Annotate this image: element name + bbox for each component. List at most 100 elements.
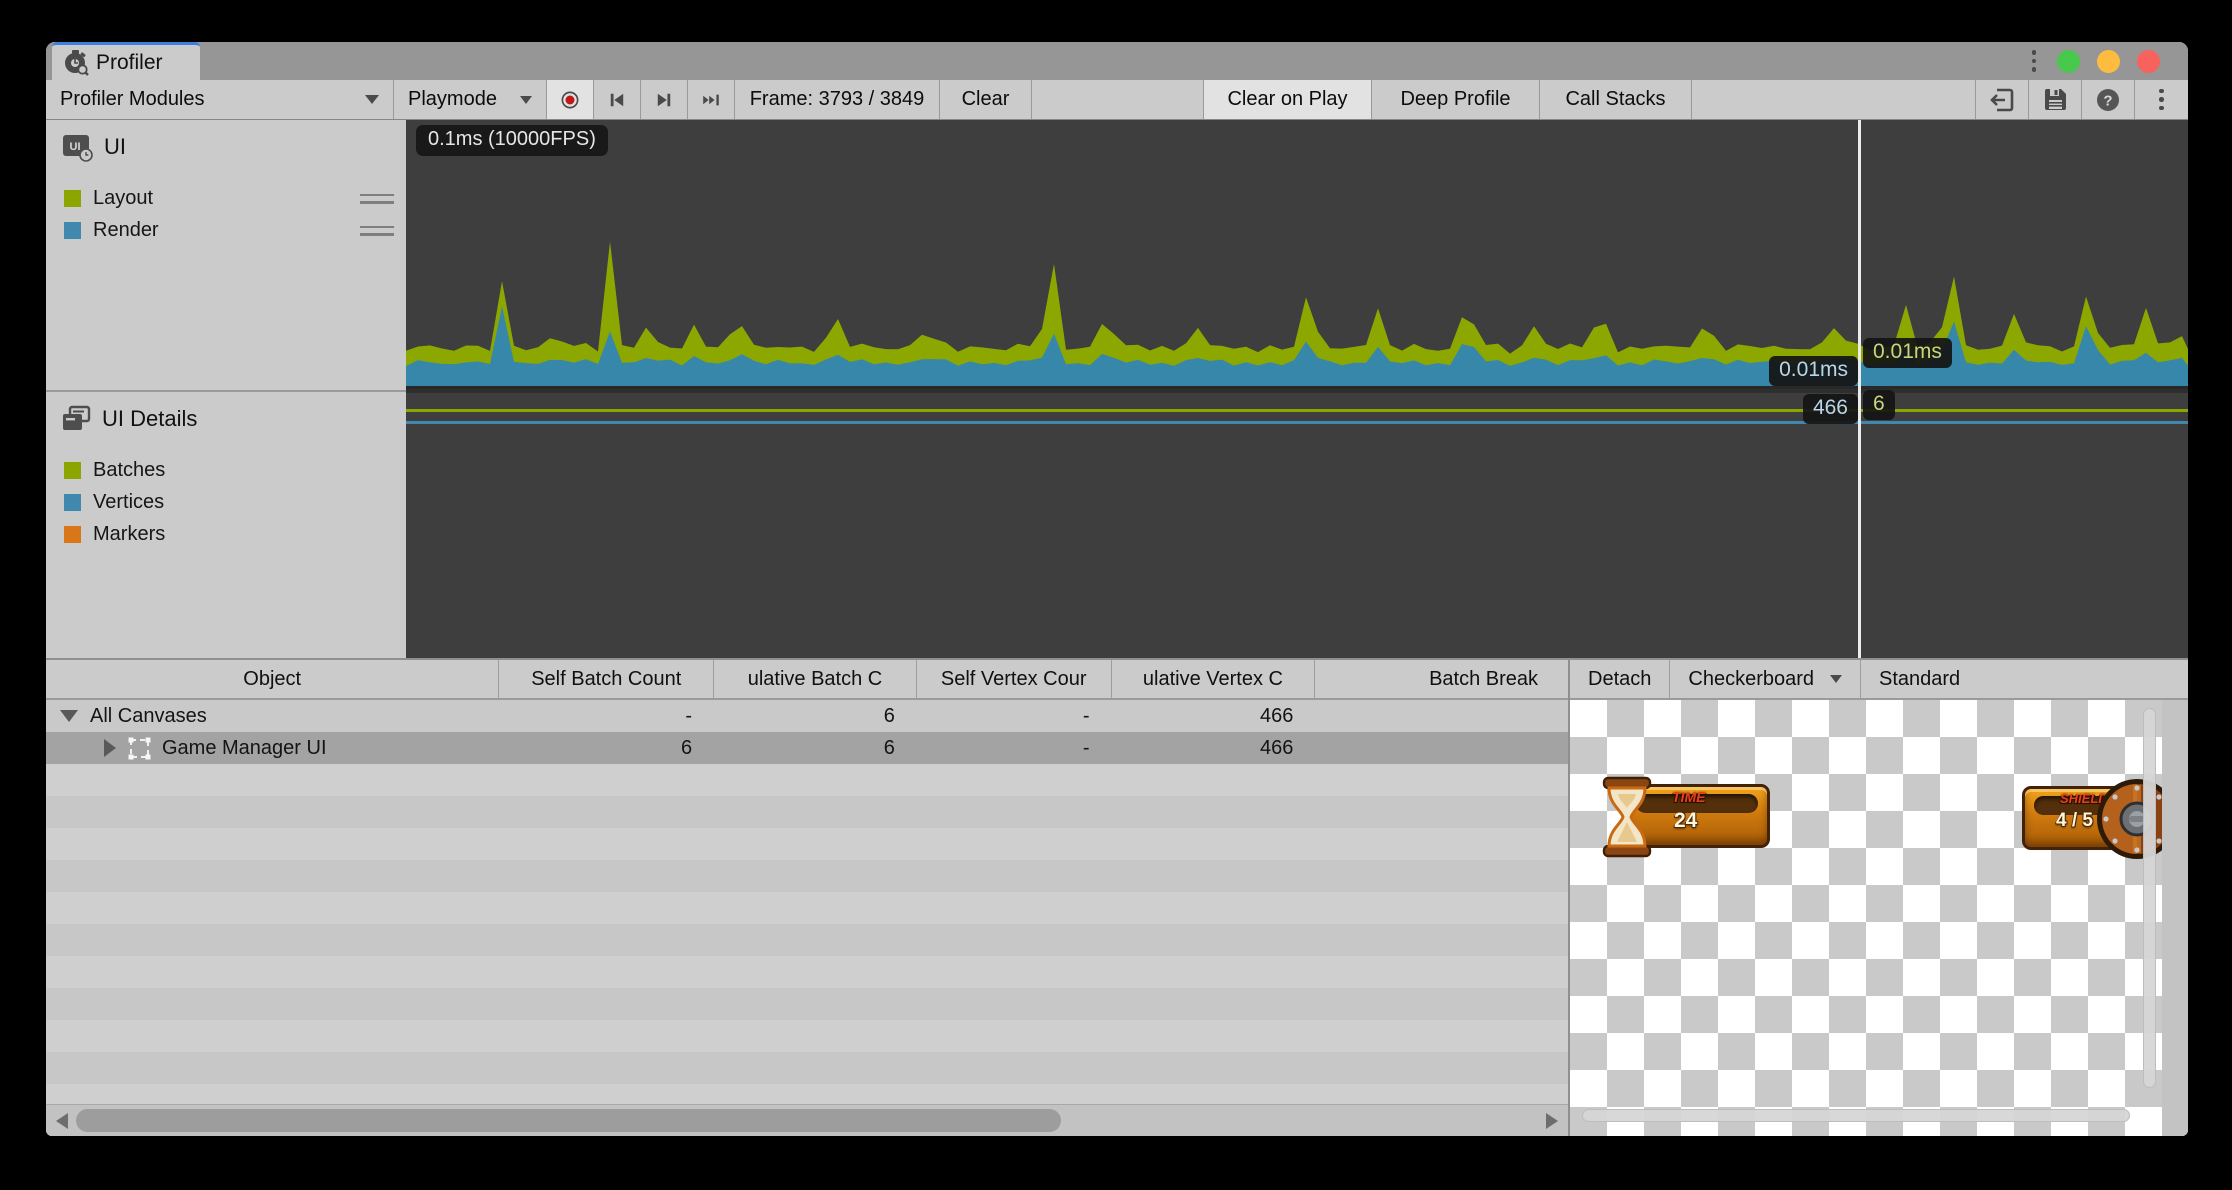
tab-profiler[interactable]: Profiler <box>52 42 200 80</box>
profiler-toolbar: Profiler Modules Playmode <box>46 80 2188 120</box>
ui-details-chart[interactable] <box>406 393 2188 655</box>
preview-horizontal-scroll-thumb[interactable] <box>1582 1109 2130 1122</box>
svg-text:?: ? <box>2103 92 2112 109</box>
render-swatch <box>64 222 81 239</box>
current-frame-button[interactable] <box>688 80 735 119</box>
load-profile-button[interactable] <box>1976 80 2029 119</box>
ui-module-section: UI UI Layout Render <box>46 120 406 390</box>
save-profile-button[interactable] <box>2029 80 2082 119</box>
prev-frame-icon <box>608 89 626 111</box>
preview-vertical-scroll-thumb[interactable] <box>2143 708 2156 1088</box>
col-object[interactable]: Object <box>46 660 499 698</box>
toolbar-empty-cell <box>1032 80 1204 119</box>
legend-item-render: Render <box>46 210 406 242</box>
expander-closed-icon[interactable] <box>104 739 116 757</box>
deep-profile-label: Deep Profile <box>1400 88 1510 111</box>
detach-label: Detach <box>1588 668 1651 691</box>
next-frame-icon <box>655 89 673 111</box>
cell-cumulative-batch: 6 <box>714 737 917 760</box>
col-self-vertex-count[interactable]: Self Vertex Cour <box>917 660 1112 698</box>
ui-details-module-header[interactable]: UI Details <box>46 392 406 434</box>
batches-label: Batches <box>93 459 394 482</box>
table-rows: All Canvases - 6 - 466 <box>46 700 1568 1104</box>
ui-objects-table: Object Self Batch Count ulative Batch C … <box>46 660 1570 1136</box>
preview-shader-label[interactable]: Standard <box>1861 660 2188 698</box>
layout-drag-handle-icon[interactable] <box>360 194 394 204</box>
chevron-down-icon <box>520 96 532 104</box>
profiler-window: Profiler Profiler Modules Playmode <box>46 42 2188 1136</box>
call-stacks-toggle[interactable]: Call Stacks <box>1540 80 1692 119</box>
preview-body: TIME 24 <box>1570 700 2188 1136</box>
frame-counter: Frame: 3793 / 3849 <box>735 80 940 119</box>
selected-frame-playhead[interactable] <box>1858 120 1861 658</box>
help-button[interactable]: ? <box>2082 80 2135 119</box>
batches-swatch <box>64 462 81 479</box>
deep-profile-toggle[interactable]: Deep Profile <box>1372 80 1540 119</box>
table-horizontal-scrollbar[interactable] <box>46 1104 1568 1136</box>
ui-module-header[interactable]: UI UI <box>46 120 406 162</box>
toolbar-kebab-menu[interactable] <box>2135 80 2188 119</box>
tabbar-spacer <box>200 42 2021 80</box>
chevron-down-icon <box>365 95 379 104</box>
col-self-batch-count[interactable]: Self Batch Count <box>499 660 714 698</box>
charts-region: UI UI Layout Render <box>46 120 2188 658</box>
cell-self-vertex: - <box>917 705 1112 728</box>
help-icon: ? <box>2095 87 2121 113</box>
frame-counter-label: Frame: 3793 / 3849 <box>750 88 925 111</box>
ui-details-module-icon <box>60 404 92 434</box>
scroll-left-icon[interactable] <box>56 1113 68 1129</box>
window-menu-kebab-icon[interactable] <box>2021 42 2047 80</box>
clear-on-play-toggle[interactable]: Clear on Play <box>1204 80 1372 119</box>
clear-button[interactable]: Clear <box>940 80 1032 119</box>
expander-open-icon[interactable] <box>60 710 78 722</box>
cell-self-batch: 6 <box>499 737 714 760</box>
scrollbar-thumb[interactable] <box>76 1109 1061 1132</box>
table-row-game-manager-ui[interactable]: Game Manager UI 6 6 - 466 <box>46 732 1568 764</box>
cell-cumulative-vertex: 466 <box>1112 705 1316 728</box>
scroll-right-icon[interactable] <box>1546 1113 1558 1129</box>
ui-details-module-section: UI Details Batches Vertices Markers <box>46 390 406 657</box>
window-button-red[interactable] <box>2137 50 2160 73</box>
legend-item-layout: Layout <box>46 178 406 210</box>
table-header: Object Self Batch Count ulative Batch C … <box>46 660 1568 700</box>
target-mode-dropdown[interactable]: Playmode <box>394 80 547 119</box>
window-button-green[interactable] <box>2057 50 2080 73</box>
window-button-yellow[interactable] <box>2097 50 2120 73</box>
legend-item-vertices: Vertices <box>46 482 406 514</box>
batches-line <box>406 409 2188 412</box>
ui-module-icon: UI <box>60 132 94 162</box>
preview-right-gutter <box>2162 700 2188 1136</box>
playmode-label: Playmode <box>408 88 497 111</box>
call-stacks-label: Call Stacks <box>1565 88 1665 111</box>
next-frame-button[interactable] <box>641 80 688 119</box>
ui-timeline-chart[interactable] <box>406 120 2188 389</box>
stopwatch-search-icon <box>62 49 89 76</box>
modules-sidebar: UI UI Layout Render <box>46 120 406 658</box>
render-drag-handle-icon[interactable] <box>360 226 394 236</box>
tab-label: Profiler <box>96 51 163 75</box>
col-cumulative-batch-count[interactable]: ulative Batch C <box>714 660 917 698</box>
markers-swatch <box>64 526 81 543</box>
prev-frame-button[interactable] <box>594 80 641 119</box>
rect-transform-icon <box>126 735 153 762</box>
vertices-label: Vertices <box>93 491 394 514</box>
record-button[interactable] <box>547 80 594 119</box>
shield-banner: SHIELD 4 / 5 <box>2022 776 2162 868</box>
hourglass-icon <box>1598 776 1656 858</box>
detach-button[interactable]: Detach <box>1570 660 1670 698</box>
time-banner-label: TIME <box>1672 789 1705 805</box>
cell-self-vertex: - <box>917 737 1112 760</box>
legend-item-markers: Markers <box>46 514 406 546</box>
layout-label: Layout <box>93 187 348 210</box>
col-batch-breaking-reason[interactable]: Batch Break <box>1315 660 1568 698</box>
table-row-all-canvases[interactable]: All Canvases - 6 - 466 <box>46 700 1568 732</box>
last-frame-icon <box>702 89 720 111</box>
chart-area[interactable]: 0.1ms (10000FPS) 0.01ms 0.01ms 466 6 <box>406 120 2188 658</box>
profiler-modules-dropdown[interactable]: Profiler Modules <box>46 80 394 119</box>
cell-cumulative-vertex: 466 <box>1112 737 1316 760</box>
time-banner: TIME 24 <box>1598 776 1828 866</box>
time-banner-value: 24 <box>1674 809 1697 833</box>
preview-mode-dropdown[interactable]: Checkerboard <box>1670 660 1861 698</box>
row-label: Game Manager UI <box>162 737 327 760</box>
col-cumulative-vertex-count[interactable]: ulative Vertex C <box>1112 660 1316 698</box>
